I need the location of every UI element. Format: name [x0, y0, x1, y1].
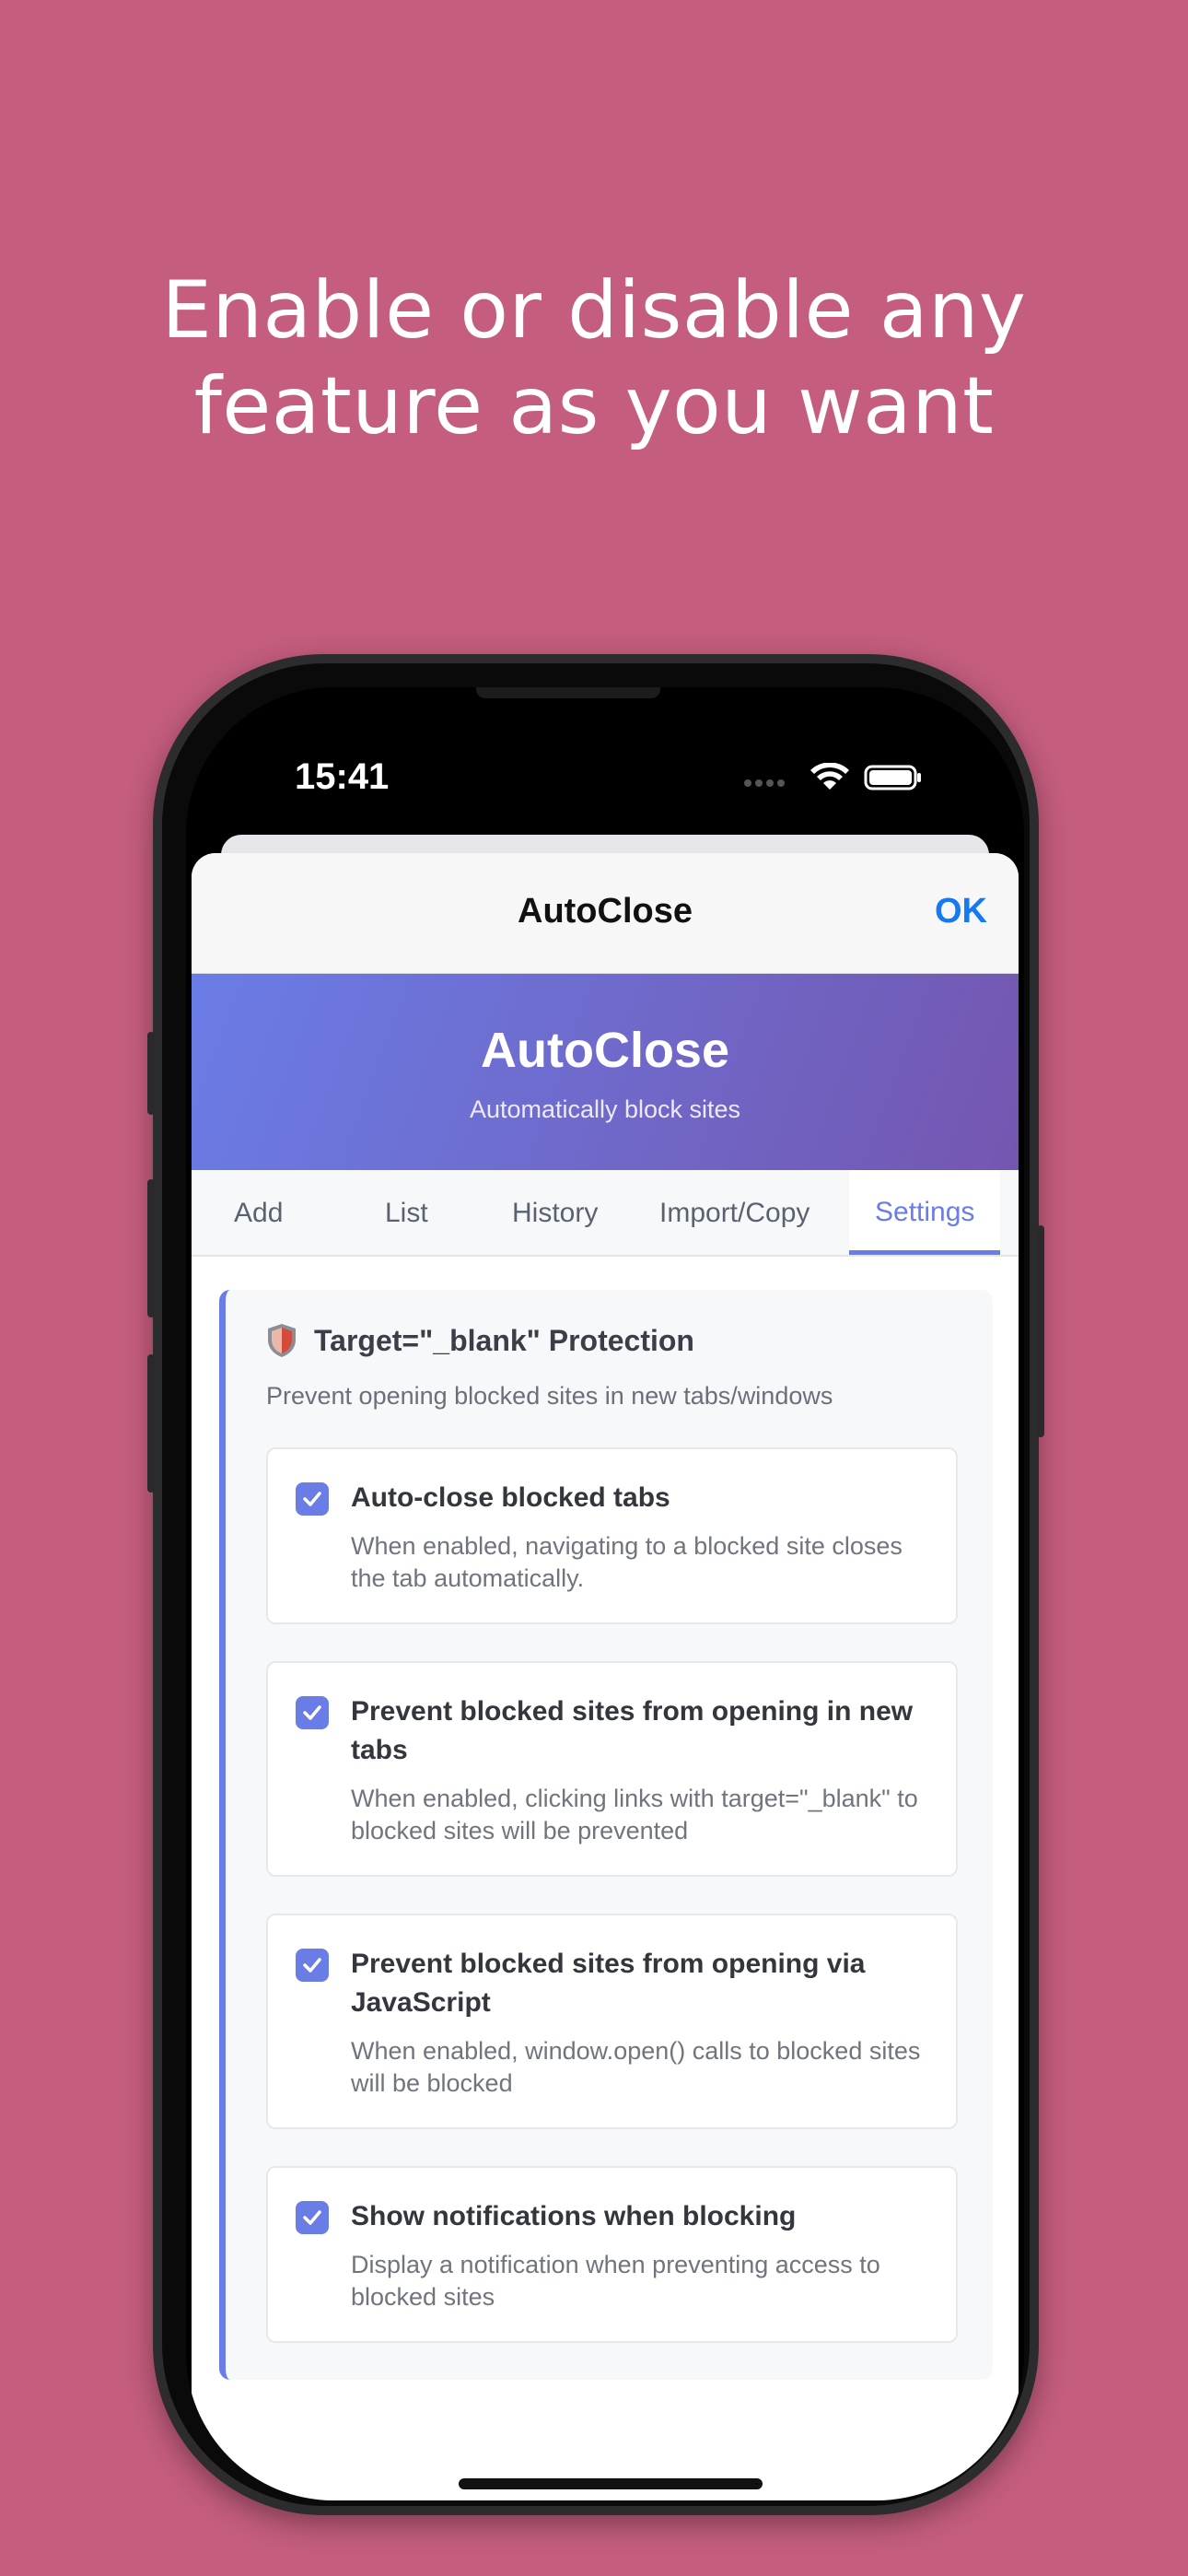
checkmark-icon [303, 1492, 321, 1506]
option-description: Display a notification when preventing a… [351, 2251, 880, 2311]
status-time: 15:41 [295, 756, 390, 797]
screen: 15:41 AutoClose OK AutoClose Automatical… [186, 687, 1024, 2500]
checkmark-icon [303, 2210, 321, 2225]
ok-button[interactable]: OK [935, 892, 987, 931]
option-card-notifications: Show notifications when blocking Display… [266, 2166, 958, 2343]
checkbox-new-tabs[interactable] [296, 1696, 329, 1729]
headline-line-2: feature as you want [193, 360, 995, 452]
battery-icon [864, 765, 921, 790]
option-card-new-tabs: Prevent blocked sites from opening in ne… [266, 1661, 958, 1877]
tab-import-copy[interactable]: Import/Copy [659, 1198, 809, 1229]
shield-icon [268, 1324, 296, 1357]
sheet: AutoClose OK AutoClose Automatically blo… [192, 853, 1019, 2500]
checkmark-icon [303, 1705, 321, 1720]
checkbox-notifications[interactable] [296, 2201, 329, 2234]
tab-settings[interactable]: Settings [849, 1170, 1001, 1255]
section-description: Prevent opening blocked sites in new tab… [266, 1382, 833, 1410]
headline-line-1: Enable or disable any [161, 264, 1027, 357]
option-title: Prevent blocked sites from opening in ne… [351, 1696, 914, 1765]
option-description: When enabled, window.open() calls to blo… [351, 2037, 921, 2097]
tab-add[interactable]: Add [234, 1198, 283, 1229]
option-card-autoclose: Auto-close blocked tabs When enabled, na… [266, 1447, 958, 1624]
headline: Enable or disable any feature as you wan… [0, 263, 1188, 454]
checkbox-autoclose[interactable] [296, 1482, 329, 1516]
home-indicator [459, 2478, 763, 2489]
phone-bezel: 15:41 AutoClose OK AutoClose Automatical… [162, 663, 1030, 2506]
hero-banner: AutoClose Automatically block sites [192, 974, 1019, 1170]
side-button [147, 1032, 155, 1115]
section-header: Target="_blank" Protection [266, 1323, 958, 1358]
settings-content: Target="_blank" Protection Prevent openi… [192, 1257, 1019, 2380]
target-blank-section: Target="_blank" Protection Prevent openi… [219, 1290, 993, 2380]
option-card-javascript: Prevent blocked sites from opening via J… [266, 1914, 958, 2129]
dynamic-island [476, 687, 660, 698]
status-icons [740, 762, 925, 790]
hero-title: AutoClose [481, 1023, 729, 1078]
tab-list[interactable]: List [385, 1198, 428, 1229]
status-bar-icons [744, 762, 921, 790]
phone-frame: 15:41 AutoClose OK AutoClose Automatical… [147, 654, 1044, 2515]
navigation-bar: AutoClose OK [192, 853, 1019, 974]
option-title: Auto-close blocked tabs [351, 1482, 670, 1513]
section-title: Target="_blank" Protection [314, 1323, 694, 1357]
option-description: When enabled, clicking links with target… [351, 1785, 918, 1844]
option-title: Show notifications when blocking [351, 2201, 797, 2231]
tab-bar: Add List History Import/Copy Settings [192, 1170, 1019, 1257]
volume-down-button [147, 1354, 155, 1493]
nav-title: AutoClose [518, 892, 693, 931]
option-title: Prevent blocked sites from opening via J… [351, 1949, 866, 2018]
wifi-icon [810, 762, 849, 790]
checkmark-icon [303, 1958, 321, 1973]
cellular-signal-icon [744, 779, 785, 787]
power-button [1037, 1225, 1044, 1437]
option-description: When enabled, navigating to a blocked si… [351, 1532, 903, 1592]
checkbox-javascript[interactable] [296, 1949, 329, 1982]
tab-history[interactable]: History [512, 1198, 598, 1229]
hero-subtitle: Automatically block sites [469, 1095, 741, 1123]
volume-up-button [147, 1179, 155, 1317]
